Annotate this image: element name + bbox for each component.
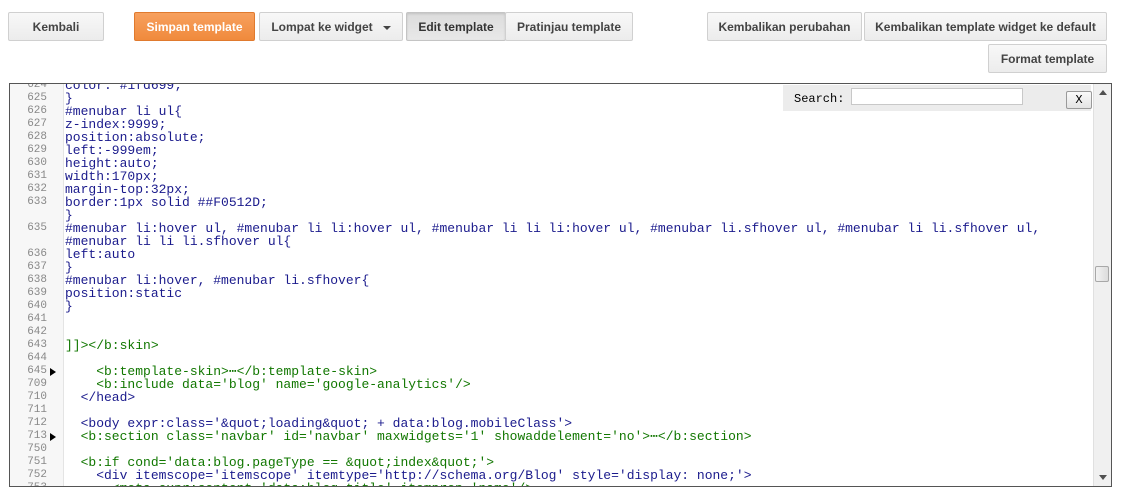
line-number: 710 bbox=[27, 391, 47, 403]
code-text: ]]></b:skin> bbox=[65, 338, 159, 353]
line-number: 627 bbox=[27, 118, 47, 130]
code-text: left:auto bbox=[65, 247, 136, 262]
code-line[interactable]: 640} bbox=[10, 300, 1090, 313]
code-text: border:1px solid ##F0512D; bbox=[65, 195, 268, 210]
line-number: 752 bbox=[27, 469, 47, 481]
code-line[interactable]: 633 border:1px solid ##F0512D; bbox=[10, 196, 1090, 209]
code-text: position:static bbox=[65, 286, 183, 301]
line-number: 638 bbox=[27, 274, 47, 286]
line-number: 633 bbox=[27, 196, 47, 208]
line-number: 711 bbox=[27, 404, 47, 416]
code-text: color: #1fd699; bbox=[65, 83, 183, 93]
code-line[interactable]: 628 position:absolute; bbox=[10, 131, 1090, 144]
line-number: 625 bbox=[27, 92, 47, 104]
line-number: 645 bbox=[27, 365, 47, 377]
reset-widget-templates-button[interactable]: Kembalikan template widget ke default bbox=[864, 12, 1107, 41]
line-number: 713 bbox=[27, 430, 47, 442]
code-line[interactable]: 753 <meta expr:content='data:blog.title'… bbox=[10, 482, 1090, 486]
code-line[interactable]: 641 bbox=[10, 313, 1090, 326]
search-input[interactable] bbox=[851, 88, 1023, 105]
line-number: 641 bbox=[27, 313, 47, 325]
format-template-button[interactable]: Format template bbox=[988, 44, 1107, 73]
search-close-button[interactable]: X bbox=[1066, 91, 1092, 109]
revert-changes-button[interactable]: Kembalikan perubahan bbox=[707, 12, 862, 41]
chevron-down-icon bbox=[382, 25, 391, 30]
line-number: 639 bbox=[27, 287, 47, 299]
code-line[interactable]: 629 left:-999em; bbox=[10, 144, 1090, 157]
line-number: 642 bbox=[27, 326, 47, 338]
code-text: </head> bbox=[65, 390, 136, 405]
line-number: 624 bbox=[27, 83, 47, 91]
line-number: 637 bbox=[27, 261, 47, 273]
line-number: 636 bbox=[27, 248, 47, 260]
fold-arrow-icon[interactable] bbox=[50, 368, 56, 376]
line-number: 643 bbox=[27, 339, 47, 351]
line-number: 644 bbox=[27, 352, 47, 364]
jump-to-widget-label: Lompat ke widget bbox=[271, 19, 373, 34]
code-line[interactable]: 713 <b:section class='navbar' id='navbar… bbox=[10, 430, 1090, 443]
edit-template-button[interactable]: Edit template bbox=[406, 12, 506, 41]
line-number: 712 bbox=[27, 417, 47, 429]
scroll-down-icon[interactable] bbox=[1099, 475, 1107, 480]
code-editor[interactable]: 624 color: #1fd699; 625} 626 #menubar li ul{… bbox=[9, 83, 1112, 487]
search-label: Search: bbox=[794, 92, 845, 106]
save-template-button[interactable]: Simpan template bbox=[134, 12, 255, 41]
code-line[interactable]: 709 <b:include data='blog' name='google-… bbox=[10, 378, 1090, 391]
line-number: 630 bbox=[27, 157, 47, 169]
line-number: 751 bbox=[27, 456, 47, 468]
code-line[interactable]: 636 left:auto bbox=[10, 248, 1090, 261]
code-text: <b:section class='navbar' id='navbar' ma… bbox=[65, 429, 752, 444]
code-line[interactable]: 710 </head> bbox=[10, 391, 1090, 404]
code-line[interactable]: #menubar li li li.sfhover ul{ bbox=[10, 235, 1090, 248]
jump-to-widget-dropdown[interactable]: Lompat ke widget bbox=[259, 12, 403, 41]
fold-arrow-icon[interactable] bbox=[50, 433, 56, 441]
line-number: 626 bbox=[27, 105, 47, 117]
back-button[interactable]: Kembali bbox=[8, 12, 104, 41]
code-text: <meta expr:content='data:blog.title' ite… bbox=[65, 482, 533, 486]
preview-template-button[interactable]: Pratinjau template bbox=[505, 12, 633, 41]
code-text: } bbox=[65, 299, 73, 314]
line-number: 709 bbox=[27, 378, 47, 390]
line-number: 629 bbox=[27, 144, 47, 156]
scrollbar-thumb[interactable] bbox=[1095, 266, 1109, 282]
line-number: 750 bbox=[27, 443, 47, 455]
code-line[interactable]: 639 position:static bbox=[10, 287, 1090, 300]
line-number: 635 bbox=[27, 222, 47, 234]
code-line[interactable]: 642 bbox=[10, 326, 1090, 339]
code-line[interactable]: 630 height:auto; bbox=[10, 157, 1090, 170]
line-number: 632 bbox=[27, 183, 47, 195]
search-panel: Search: X bbox=[783, 85, 1092, 111]
code-line[interactable]: 643 ]]></b:skin> bbox=[10, 339, 1090, 352]
line-number: 631 bbox=[27, 170, 47, 182]
line-number: 640 bbox=[27, 300, 47, 312]
line-number: 753 bbox=[10, 482, 47, 486]
scroll-up-icon[interactable] bbox=[1099, 90, 1107, 95]
vertical-scrollbar[interactable] bbox=[1093, 84, 1111, 486]
line-number: 628 bbox=[27, 131, 47, 143]
